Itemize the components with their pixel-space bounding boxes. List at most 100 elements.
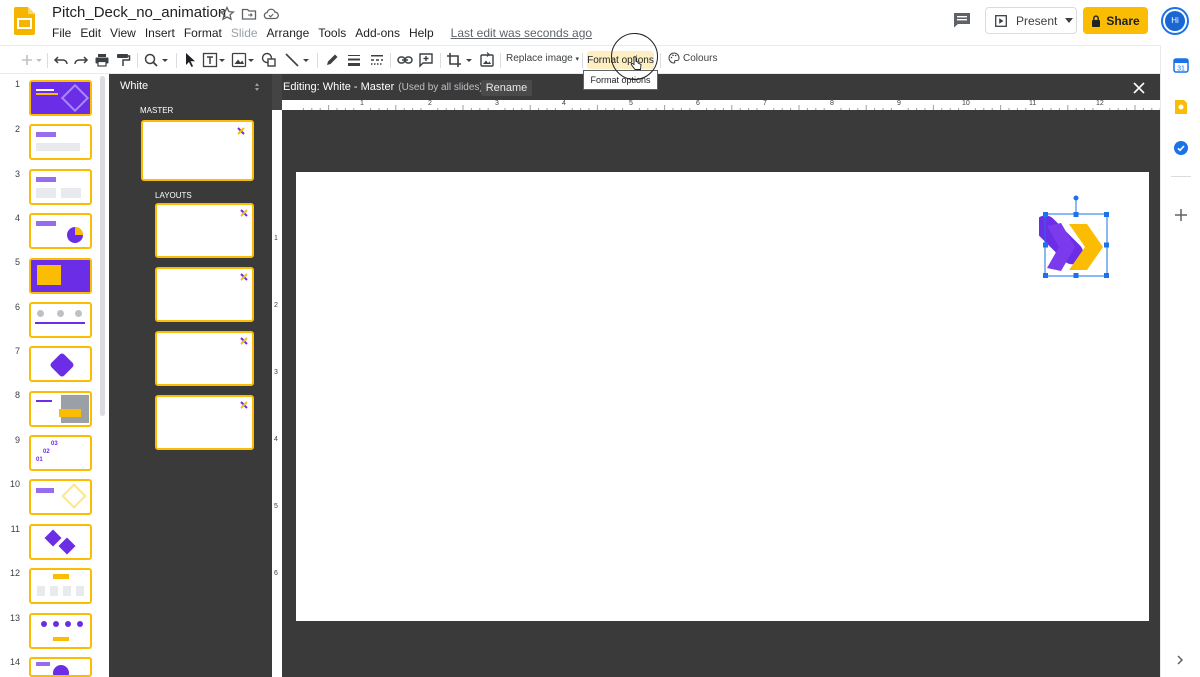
slide-number: 5 bbox=[14, 257, 20, 267]
zoom-icon[interactable] bbox=[142, 51, 160, 69]
avatar-initials: Hi bbox=[1165, 11, 1185, 31]
slide-number: 1 bbox=[14, 79, 20, 89]
line-dropdown-icon[interactable] bbox=[301, 51, 311, 69]
redo-icon[interactable] bbox=[72, 51, 90, 69]
document-title[interactable]: Pitch_Deck_no_animation bbox=[52, 4, 226, 22]
layout-thumbnail[interactable] bbox=[155, 331, 254, 386]
vertical-ruler[interactable]: 1 2 3 4 5 6 bbox=[272, 110, 282, 677]
rename-button[interactable]: Rename bbox=[481, 80, 532, 96]
slide-thumbnail-13[interactable] bbox=[29, 613, 92, 649]
image-dropdown-icon[interactable] bbox=[246, 51, 256, 69]
slide-thumbnail-4[interactable] bbox=[29, 213, 92, 249]
share-button[interactable]: Share bbox=[1083, 7, 1148, 34]
close-icon[interactable] bbox=[1131, 80, 1147, 96]
border-weight-icon[interactable] bbox=[345, 51, 363, 69]
x-logo-icon bbox=[240, 337, 248, 345]
new-slide-dropdown-icon[interactable] bbox=[34, 51, 44, 69]
slide-thumbnail-9[interactable]: 03 02 01 bbox=[29, 435, 92, 471]
toolbar-divider bbox=[137, 53, 138, 68]
menu-add-ons[interactable]: Add-ons bbox=[355, 25, 400, 41]
palette-icon bbox=[668, 52, 680, 64]
menu-view[interactable]: View bbox=[110, 25, 136, 41]
layout-thumbnail[interactable] bbox=[155, 203, 254, 258]
menu-tools[interactable]: Tools bbox=[318, 25, 346, 41]
paint-format-icon[interactable] bbox=[114, 51, 132, 69]
star-icon[interactable] bbox=[219, 6, 235, 22]
menu-edit[interactable]: Edit bbox=[80, 25, 101, 41]
menu-insert[interactable]: Insert bbox=[145, 25, 175, 41]
menu-help[interactable]: Help bbox=[409, 25, 434, 41]
menu-format[interactable]: Format bbox=[184, 25, 222, 41]
slide-thumbnail-12[interactable] bbox=[29, 568, 92, 604]
shape-icon[interactable] bbox=[260, 51, 278, 69]
present-button[interactable]: Present bbox=[985, 7, 1063, 34]
panel-resize-handle-icon[interactable] bbox=[254, 82, 260, 92]
editing-title-text: Editing: White - Master bbox=[283, 81, 395, 93]
ruler-label: 6 bbox=[274, 570, 278, 577]
mask-image-dropdown-icon[interactable] bbox=[464, 51, 474, 69]
slide-thumbnail-11[interactable] bbox=[29, 524, 92, 560]
ruler-label: 8 bbox=[830, 100, 834, 107]
ruler-label: 3 bbox=[274, 369, 278, 376]
colours-button[interactable]: Colours bbox=[668, 52, 717, 64]
line-icon[interactable] bbox=[283, 51, 301, 69]
calendar-icon[interactable]: 31 bbox=[1173, 57, 1189, 73]
menu-slide: Slide bbox=[230, 26, 258, 40]
reset-image-icon[interactable] bbox=[478, 51, 496, 69]
slide-thumbnail-7[interactable] bbox=[29, 346, 92, 382]
filmstrip-scrollbar[interactable] bbox=[100, 76, 105, 416]
chevron-right-icon[interactable] bbox=[1175, 655, 1187, 665]
menu-file[interactable]: File bbox=[52, 25, 71, 41]
tasks-icon[interactable] bbox=[1173, 140, 1189, 156]
replace-image-menu[interactable]: Replace image ▾ bbox=[506, 53, 579, 64]
toolbar-divider bbox=[582, 53, 583, 68]
keep-icon[interactable] bbox=[1173, 99, 1189, 115]
slide-thumbnail-8[interactable] bbox=[29, 391, 92, 427]
slide-thumbnail-10[interactable] bbox=[29, 479, 92, 515]
layout-thumbnail[interactable] bbox=[155, 267, 254, 322]
slide-thumbnail-3[interactable] bbox=[29, 169, 92, 205]
add-comment-icon[interactable] bbox=[417, 51, 435, 69]
slide-thumbnail-5[interactable] bbox=[29, 258, 92, 294]
insert-link-icon[interactable] bbox=[396, 51, 414, 69]
move-folder-icon[interactable] bbox=[241, 6, 257, 22]
chevron-down-icon bbox=[1065, 18, 1073, 23]
ruler-label: 4 bbox=[274, 436, 278, 443]
last-edit-link[interactable]: Last edit was seconds ago bbox=[451, 25, 592, 41]
text-box-dropdown-icon[interactable] bbox=[217, 51, 227, 69]
slides-logo-icon[interactable] bbox=[14, 7, 35, 35]
slide-number: 8 bbox=[14, 390, 20, 400]
slide-canvas[interactable] bbox=[296, 172, 1149, 621]
crop-image-icon[interactable] bbox=[445, 51, 463, 69]
slide-thumbnail-2[interactable] bbox=[29, 124, 92, 160]
add-addon-icon[interactable] bbox=[1174, 208, 1188, 222]
ruler-label: 2 bbox=[274, 302, 278, 309]
cloud-status-icon[interactable] bbox=[263, 6, 279, 22]
layout-thumbnail[interactable] bbox=[155, 395, 254, 450]
present-options-dropdown[interactable] bbox=[1062, 7, 1077, 34]
border-dash-icon[interactable] bbox=[368, 51, 386, 69]
chevron-down-icon: ▾ bbox=[575, 56, 580, 63]
slide-thumbnail-14[interactable] bbox=[29, 657, 92, 677]
rotate-handle[interactable] bbox=[1073, 195, 1079, 201]
horizontal-ruler[interactable]: 1 2 3 4 5 6 7 8 9 10 11 12 bbox=[282, 100, 1160, 110]
account-avatar[interactable]: Hi bbox=[1161, 7, 1189, 35]
selected-logo-image[interactable] bbox=[1039, 194, 1111, 280]
present-icon bbox=[995, 14, 1007, 27]
slide-number: 10 bbox=[9, 479, 20, 489]
slide-thumbnail-1[interactable] bbox=[29, 80, 92, 116]
undo-icon[interactable] bbox=[52, 51, 70, 69]
print-icon[interactable] bbox=[93, 51, 111, 69]
master-thumbnail[interactable] bbox=[141, 120, 254, 181]
ruler-label: 12 bbox=[1096, 100, 1104, 107]
comment-history-icon[interactable] bbox=[951, 10, 973, 30]
border-colour-icon[interactable] bbox=[323, 51, 341, 69]
x-logo-icon bbox=[240, 401, 248, 409]
toolbar-divider bbox=[440, 53, 441, 68]
slide-thumbnail-6[interactable] bbox=[29, 302, 92, 338]
theme-name[interactable]: White bbox=[120, 80, 148, 92]
menu-bar: File Edit View Insert Format Slide Arran… bbox=[52, 25, 601, 41]
menu-arrange[interactable]: Arrange bbox=[267, 25, 310, 41]
zoom-dropdown-icon[interactable] bbox=[160, 51, 170, 69]
select-cursor-icon[interactable] bbox=[181, 51, 199, 69]
